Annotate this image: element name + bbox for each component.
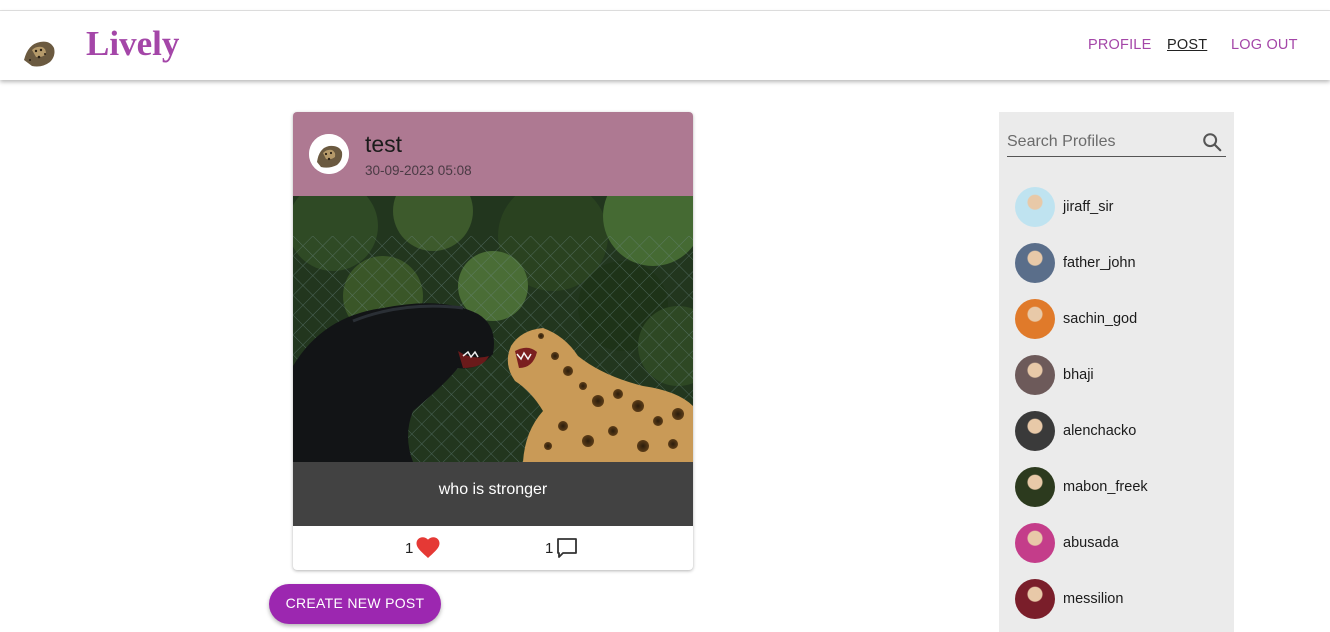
profile-name: mabon_freek [1063, 479, 1148, 495]
profile-name: father_john [1063, 255, 1136, 271]
post-header: test 30-09-2023 05:08 [293, 112, 693, 196]
post-date: 30-09-2023 05:08 [365, 163, 472, 178]
comment-icon [557, 538, 578, 558]
profile-item[interactable]: father_john [1015, 241, 1136, 285]
profile-item[interactable]: bhaji [1015, 353, 1094, 397]
search-icon[interactable] [1201, 131, 1223, 153]
profile-item[interactable]: mabon_freek [1015, 465, 1148, 509]
post-card: test 30-09-2023 05:08 who is stronger 1 … [293, 112, 693, 570]
profile-avatar [1015, 411, 1055, 451]
profile-avatar [1015, 299, 1055, 339]
comment-count: 1 [545, 539, 554, 557]
search-input[interactable] [1007, 130, 1197, 154]
like-count: 1 [405, 539, 414, 557]
profile-avatar [1015, 579, 1055, 619]
app-title: Lively [86, 24, 180, 63]
profile-name: alenchacko [1063, 423, 1137, 439]
heart-icon [416, 537, 440, 558]
logo-icon[interactable] [18, 30, 60, 72]
profile-item[interactable]: jiraff_sir [1015, 185, 1114, 229]
profile-sidebar: jiraff_sir father_john sachin_godbhaji alen… [999, 112, 1234, 632]
profile-name: jiraff_sir [1063, 199, 1114, 215]
search-box [1007, 128, 1226, 157]
profile-item[interactable]: alenchacko [1015, 409, 1136, 453]
profile-avatar [1015, 355, 1055, 395]
profile-name: abusada [1063, 535, 1119, 551]
comment-button[interactable]: 1 [545, 537, 578, 559]
profile-item[interactable]: messilion [1015, 577, 1123, 621]
like-button[interactable]: 1 [405, 537, 440, 559]
nav-post[interactable]: POST [1167, 37, 1207, 53]
post-actions: 1 1 [293, 526, 693, 570]
post-caption: who is stronger [293, 462, 693, 526]
create-new-post-button[interactable]: CREATE NEW POST [269, 584, 441, 624]
post-title: test [365, 131, 403, 157]
profile-avatar [1015, 523, 1055, 563]
profile-avatar [1015, 467, 1055, 507]
post-image[interactable] [293, 166, 693, 462]
nav-profile[interactable]: PROFILE [1088, 37, 1151, 53]
profile-avatar [1015, 243, 1055, 283]
profile-name: messilion [1063, 591, 1124, 607]
app-bar: Lively PROFILE POST LOG OUT [0, 11, 1330, 80]
post-author-avatar[interactable] [309, 134, 349, 174]
profile-avatar [1015, 187, 1055, 227]
profile-item[interactable]: sachin_god [1015, 297, 1137, 341]
profile-item[interactable]: abusada [1015, 521, 1119, 565]
profile-name: bhaji [1063, 367, 1094, 383]
nav-logout[interactable]: LOG OUT [1231, 37, 1298, 53]
profile-name: sachin_god [1063, 311, 1138, 327]
